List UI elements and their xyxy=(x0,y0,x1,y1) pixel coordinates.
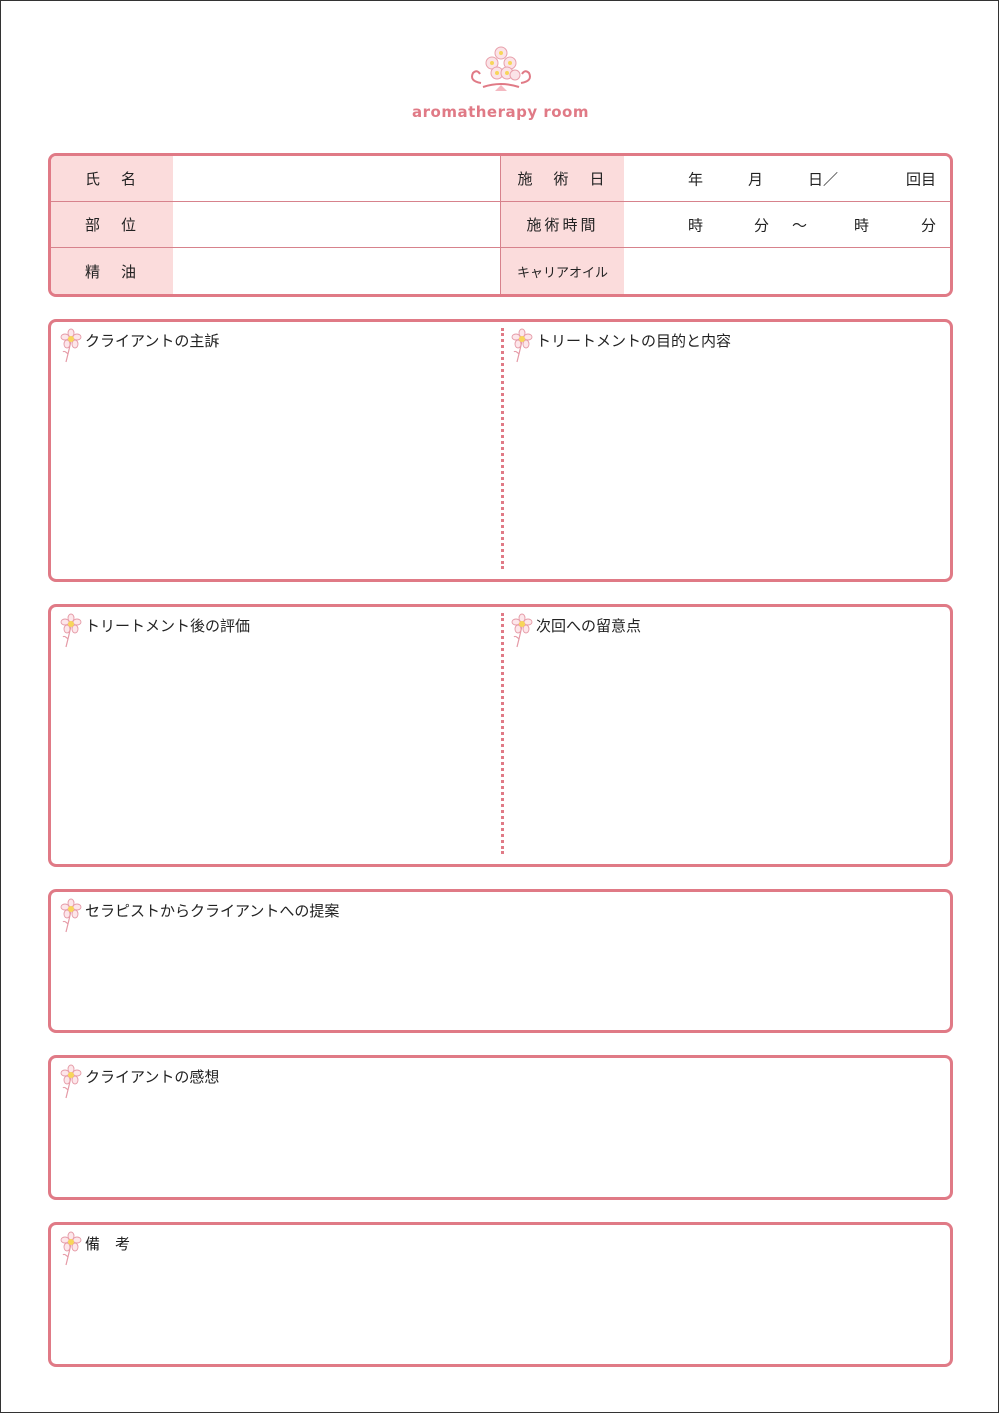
evaluation-heading: トリートメント後の評価 xyxy=(85,617,251,635)
next-notes-area[interactable]: 次回への留意点 xyxy=(501,613,950,854)
treatment-date-field[interactable]: 年 月 日／ 回目 xyxy=(624,156,950,202)
impression-area[interactable]: クライアントの感想 xyxy=(48,1055,953,1200)
treatment-time-field[interactable]: 時 分 ～ 時 分 xyxy=(624,202,950,248)
end-hour-unit: 時 xyxy=(854,216,870,234)
name-label: 氏 名 xyxy=(51,156,173,202)
proposal-heading: セラピストからクライアントへの提案 xyxy=(85,902,340,920)
flower-icon xyxy=(60,1064,82,1099)
essential-oil-field[interactable] xyxy=(173,248,501,294)
client-info-table: 氏 名 施 術 日 年 月 日／ 回目 部 位 施術時間 時 分 ～ 時 分 精… xyxy=(48,153,953,297)
day-unit: 日／ xyxy=(808,170,839,188)
carrier-oil-field[interactable] xyxy=(624,248,950,294)
flower-icon xyxy=(511,613,533,648)
remarks-heading: 備 考 xyxy=(85,1235,131,1253)
start-hour-unit: 時 xyxy=(688,216,704,234)
section-box-evaluation-next: トリートメント後の評価 次回への留意点 xyxy=(48,604,953,867)
next-notes-heading: 次回への留意点 xyxy=(536,617,642,635)
treatment-time-label: 施術時間 xyxy=(501,202,624,248)
visit-count-unit: 回目 xyxy=(905,170,936,188)
carrier-oil-label: キャリアオイル xyxy=(501,248,624,294)
impression-heading: クライアントの感想 xyxy=(85,1068,220,1086)
remarks-area[interactable]: 備 考 xyxy=(48,1222,953,1367)
tilde: ～ xyxy=(792,216,808,234)
section-box-complaint-purpose: クライアントの主訴 トリートメントの目的と内容 xyxy=(48,319,953,582)
logo-text: aromatherapy room xyxy=(412,103,589,121)
flower-icon xyxy=(60,1231,82,1266)
flower-icon xyxy=(60,613,82,648)
name-field[interactable] xyxy=(173,156,501,202)
body-part-field[interactable] xyxy=(173,202,501,248)
year-unit: 年 xyxy=(688,170,704,188)
flower-icon xyxy=(60,328,82,363)
start-minute-unit: 分 xyxy=(754,216,770,234)
evaluation-area[interactable]: トリートメント後の評価 xyxy=(51,607,501,864)
complaint-heading: クライアントの主訴 xyxy=(85,332,220,350)
purpose-heading: トリートメントの目的と内容 xyxy=(536,332,732,350)
proposal-area[interactable]: セラピストからクライアントへの提案 xyxy=(48,889,953,1033)
flower-bouquet-icon xyxy=(470,46,531,91)
essential-oil-label: 精 油 xyxy=(51,248,173,294)
flower-icon xyxy=(60,898,82,933)
treatment-date-label: 施 術 日 xyxy=(501,156,624,202)
body-part-label: 部 位 xyxy=(51,202,173,248)
month-unit: 月 xyxy=(748,170,764,188)
logo: aromatherapy room xyxy=(1,45,999,127)
complaint-area[interactable]: クライアントの主訴 xyxy=(51,322,501,579)
end-minute-unit: 分 xyxy=(920,216,936,234)
flower-icon xyxy=(511,328,533,363)
purpose-area[interactable]: トリートメントの目的と内容 xyxy=(501,328,950,569)
